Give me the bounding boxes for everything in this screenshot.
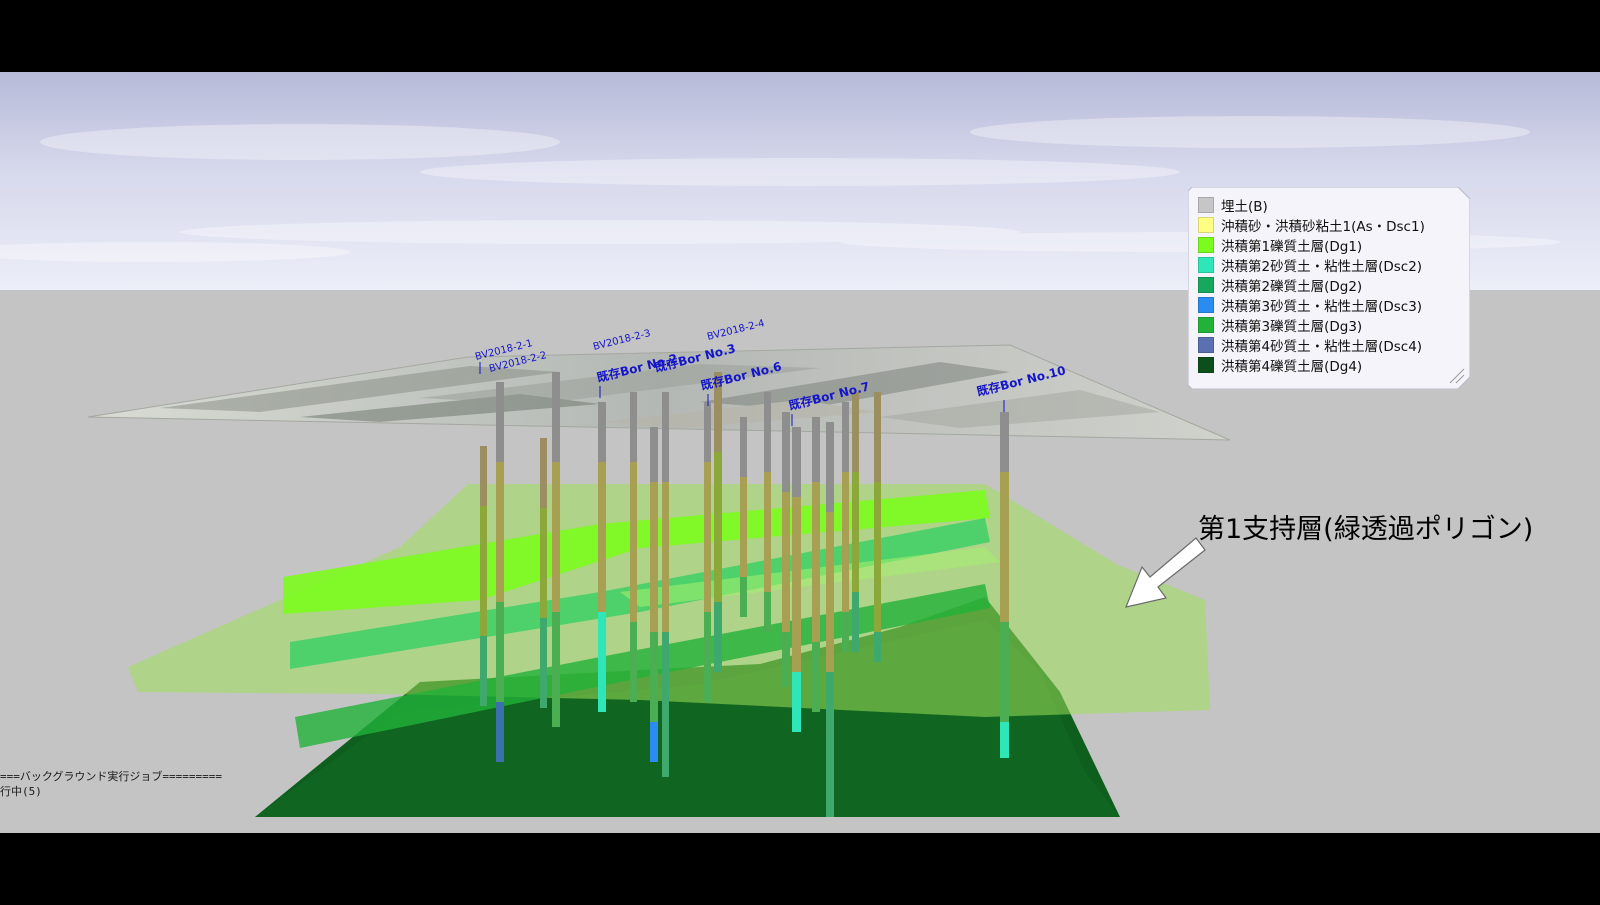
- borehole[interactable]: [704, 402, 711, 702]
- legend-swatch: [1198, 277, 1214, 293]
- legend-swatch: [1198, 237, 1214, 253]
- legend-label: 洪積第2礫質土層(Dg2): [1221, 279, 1363, 295]
- borehole[interactable]: [740, 417, 747, 617]
- borehole[interactable]: [540, 438, 547, 708]
- borehole[interactable]: [598, 402, 606, 712]
- legend-swatch: [1198, 357, 1214, 373]
- legend-item: 洪積第3砂質土・粘性土層(Dsc3): [1198, 295, 1425, 315]
- legend-item: 沖積砂・洪積砂粘土1(As・Dsc1): [1198, 215, 1425, 235]
- legend-swatch: [1198, 197, 1214, 213]
- borehole[interactable]: [650, 427, 658, 762]
- letterbox-top: [0, 0, 1600, 72]
- legend-item: 埋土(B): [1198, 195, 1425, 215]
- legend-swatch: [1198, 337, 1214, 353]
- legend-item: 洪積第4砂質土・粘性土層(Dsc4): [1198, 335, 1425, 355]
- borehole[interactable]: [764, 392, 771, 632]
- legend-item: 洪積第1礫質土層(Dg1): [1198, 235, 1425, 255]
- letterbox-bottom: [0, 833, 1600, 905]
- legend-swatch: [1198, 257, 1214, 273]
- console-line: 行中(5): [0, 785, 42, 798]
- borehole[interactable]: [812, 417, 820, 712]
- legend-swatch: [1198, 317, 1214, 333]
- legend-list: 埋土(B) 沖積砂・洪積砂粘土1(As・Dsc1) 洪積第1礫質土層(Dg1) …: [1198, 195, 1425, 375]
- borehole[interactable]: [552, 372, 560, 727]
- legend-label: 洪積第3礫質土層(Dg3): [1221, 319, 1363, 335]
- legend-label: 洪積第1礫質土層(Dg1): [1221, 239, 1363, 255]
- legend-item: 洪積第3礫質土層(Dg3): [1198, 315, 1425, 335]
- borehole[interactable]: [714, 372, 722, 672]
- legend-swatch: [1198, 297, 1214, 313]
- borehole[interactable]: [842, 402, 849, 652]
- borehole[interactable]: [874, 392, 881, 662]
- 3d-viewport[interactable]: BV2018-2-1 BV2018-2-2 BV2018-2-3 BV2018-…: [0, 72, 1600, 833]
- background-job-console: ===バックグラウンド実行ジョブ========= 行中(5): [0, 769, 222, 799]
- borehole[interactable]: [480, 446, 487, 706]
- borehole[interactable]: [852, 392, 859, 652]
- borehole[interactable]: [792, 427, 801, 732]
- legend-item: 洪積第2砂質土・粘性土層(Dsc2): [1198, 255, 1425, 275]
- borehole[interactable]: [662, 392, 669, 777]
- borehole[interactable]: [630, 392, 637, 702]
- legend-label: 洪積第2砂質土・粘性土層(Dsc2): [1221, 259, 1423, 275]
- legend-label: 沖積砂・洪積砂粘土1(As・Dsc1): [1221, 219, 1425, 235]
- layer-legend: 埋土(B) 沖積砂・洪積砂粘土1(As・Dsc1) 洪積第1礫質土層(Dg1) …: [1188, 187, 1470, 389]
- legend-label: 埋土(B): [1221, 199, 1268, 215]
- borehole[interactable]: [496, 382, 504, 762]
- support-layer-callout: 第1支持層(緑透過ポリゴン): [1198, 514, 1534, 545]
- borehole[interactable]: [826, 422, 834, 817]
- borehole[interactable]: [782, 412, 790, 687]
- console-line: ===バックグラウンド実行ジョブ=========: [0, 770, 223, 783]
- legend-label: 洪積第4砂質土・粘性土層(Dsc4): [1221, 339, 1423, 355]
- borehole[interactable]: [1000, 412, 1009, 758]
- legend-item: 洪積第2礫質土層(Dg2): [1198, 275, 1425, 295]
- legend-swatch: [1198, 217, 1214, 233]
- legend-item: 洪積第4礫質土層(Dg4): [1198, 355, 1425, 375]
- legend-label: 洪積第3砂質土・粘性土層(Dsc3): [1221, 299, 1423, 315]
- legend-label: 洪積第4礫質土層(Dg4): [1221, 359, 1363, 375]
